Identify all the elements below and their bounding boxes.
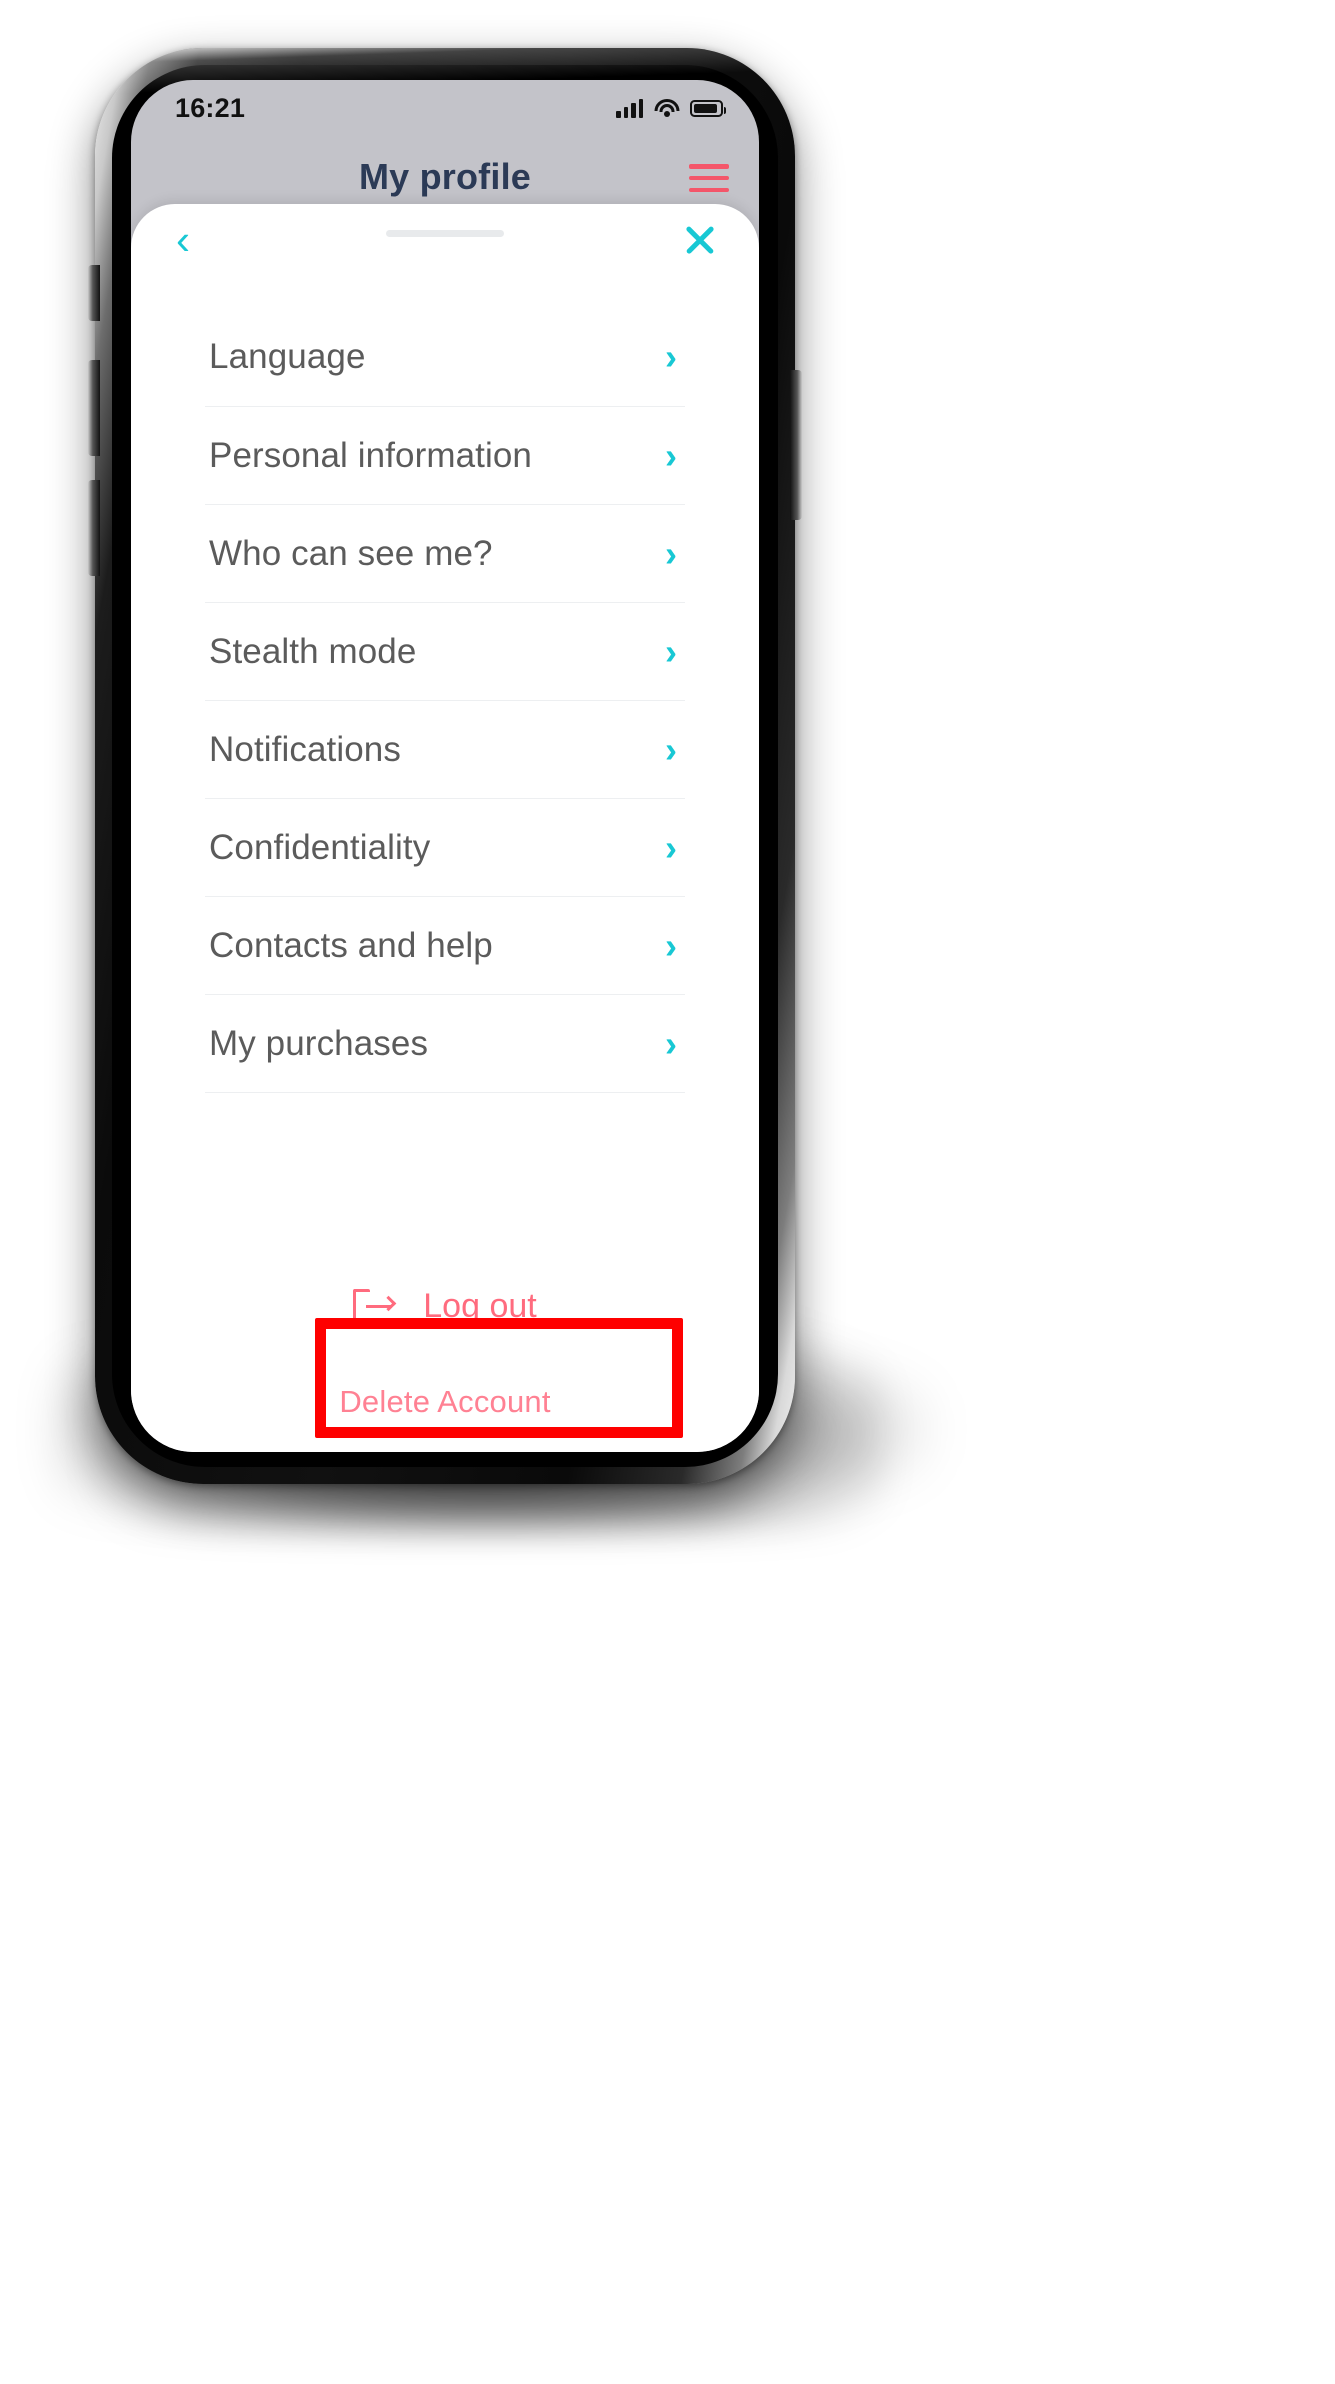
menu-item-my-purchases[interactable]: My purchases › [205,994,685,1092]
menu-item-notifications[interactable]: Notifications › [205,700,685,798]
list-bottom-divider [205,1092,685,1093]
chevron-right-icon: › [665,1022,677,1064]
menu-item-label: Confidentiality [209,827,431,867]
logout-exit-icon [353,1289,397,1323]
chevron-right-icon: › [665,336,677,377]
menu-item-label: Stealth mode [209,631,417,671]
menu-item-label: Who can see me? [209,533,493,573]
power-button[interactable] [790,370,802,520]
status-bar: 16:21 [131,80,759,136]
drag-handle[interactable] [386,230,504,237]
chevron-right-icon: › [665,728,677,770]
screenshot-stage: 16:21 My profile ‹ Language › Personal i… [0,0,1335,2384]
menu-item-confidentiality[interactable]: Confidentiality › [205,798,685,896]
status-bar-indicators [616,98,726,118]
battery-icon [690,99,726,117]
chevron-right-icon: › [665,924,677,966]
page-title: My profile [358,156,531,197]
hamburger-menu-icon[interactable] [689,164,729,192]
log-out-button[interactable]: Log out [131,1260,759,1352]
wifi-icon [654,98,679,118]
log-out-label: Log out [423,1286,537,1325]
volume-down-button[interactable] [88,480,100,576]
menu-item-language[interactable]: Language › [205,308,685,406]
menu-item-label: Language [209,337,366,376]
menu-item-contacts-and-help[interactable]: Contacts and help › [205,896,685,994]
sheet-header: ‹ [131,204,759,276]
menu-item-who-can-see-me[interactable]: Who can see me? › [205,504,685,602]
menu-item-personal-information[interactable]: Personal information › [205,406,685,504]
status-bar-time: 16:21 [175,92,246,123]
menu-item-label: Notifications [209,729,401,769]
menu-item-label: Contacts and help [209,925,493,965]
phone-screen: 16:21 My profile ‹ Language › Personal i… [131,80,759,1452]
settings-menu-list: Language › Personal information › Who ca… [131,276,759,1256]
chevron-right-icon: › [665,434,677,476]
close-x-icon[interactable] [677,217,723,263]
chevron-right-icon: › [665,630,677,672]
cellular-signal-icon [616,98,643,118]
sheet-footer-actions: Log out Delete Account [131,1256,759,1452]
mute-switch-button[interactable] [88,265,100,321]
chevron-left-icon[interactable]: ‹ [161,218,205,262]
menu-item-label: Personal information [209,435,532,475]
delete-account-label: Delete Account [339,1384,551,1419]
chevron-right-icon: › [665,826,677,868]
chevron-right-icon: › [665,532,677,574]
menu-item-label: My purchases [209,1023,429,1063]
settings-bottom-sheet: ‹ Language › Personal information › Who … [131,204,759,1452]
volume-up-button[interactable] [88,360,100,456]
menu-item-stealth-mode[interactable]: Stealth mode › [205,602,685,700]
delete-account-button[interactable]: Delete Account [131,1352,759,1452]
